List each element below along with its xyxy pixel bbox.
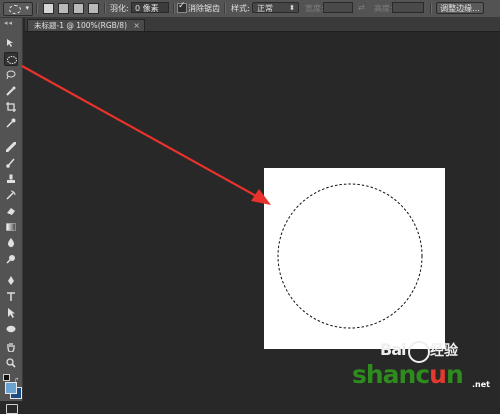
eraser-icon <box>7 208 15 215</box>
width-label: 宽度: <box>305 4 324 13</box>
style-select-value: 正常 <box>257 4 273 13</box>
dodge-icon <box>6 255 15 264</box>
elliptical-marquee-icon <box>9 5 21 14</box>
history-brush-icon <box>6 190 16 200</box>
brush-tool-button[interactable] <box>4 156 18 170</box>
chevron-down-icon: ⬍ <box>289 4 295 12</box>
quick-selection-tool-button[interactable] <box>4 84 18 98</box>
divider <box>36 3 38 14</box>
lasso-icon <box>6 70 16 80</box>
move-tool-button[interactable] <box>4 36 18 50</box>
elliptical-marquee-tool-button[interactable] <box>4 52 18 66</box>
divider <box>104 3 106 14</box>
type-tool-button[interactable] <box>4 290 18 304</box>
spot-healing-icon <box>6 142 16 152</box>
history-brush-tool-button[interactable] <box>4 188 18 202</box>
divider <box>224 3 226 14</box>
eyedropper-icon <box>6 118 16 128</box>
tool-preset-picker[interactable]: ▾ <box>3 2 33 16</box>
watermark-shancun: shancun <box>352 360 464 389</box>
height-label: 高度: <box>374 4 393 13</box>
clone-stamp-icon <box>7 174 15 183</box>
gradient-icon <box>6 223 16 231</box>
hand-icon <box>7 343 15 352</box>
pen-icon <box>8 276 14 285</box>
add-to-selection-button[interactable] <box>58 3 69 14</box>
gradient-tool-button[interactable] <box>4 220 18 234</box>
quick-mask-icon[interactable] <box>6 404 18 414</box>
clone-stamp-tool-button[interactable] <box>4 172 18 186</box>
options-bar: ▾ 羽化: 0 像素 消除锯齿 样式: 正常 ⬍ 宽度: ⇄ 高度: 调整边缘.… <box>0 0 500 18</box>
swap-width-height-icon[interactable]: ⇄ <box>358 3 365 12</box>
quick-selection-icon <box>6 86 16 96</box>
new-selection-button[interactable] <box>43 3 54 14</box>
tools-panel: ◂◂ ↱ <box>0 18 23 414</box>
feather-input[interactable]: 0 像素 <box>131 2 169 13</box>
path-selection-tool-button[interactable] <box>4 306 18 320</box>
subtract-from-selection-button[interactable] <box>73 3 84 14</box>
close-icon[interactable]: × <box>133 20 140 32</box>
chevron-down-icon: ▾ <box>25 4 29 12</box>
brush-icon <box>6 158 15 168</box>
lasso-tool-button[interactable] <box>4 68 18 82</box>
ellipse-shape-tool-button[interactable] <box>4 322 18 336</box>
type-icon <box>7 292 15 301</box>
hand-tool-button[interactable] <box>4 340 18 354</box>
ellipse-shape-icon <box>6 325 16 333</box>
move-icon <box>7 39 13 47</box>
dodge-tool-button[interactable] <box>4 252 18 266</box>
blur-tool-button[interactable] <box>4 236 18 250</box>
divider <box>173 3 175 14</box>
width-input[interactable] <box>323 2 353 13</box>
zoom-tool-button[interactable] <box>4 356 18 370</box>
document-tab-bar: 未标题-1 @ 100%(RGB/8) × <box>25 18 500 32</box>
watermark: Bai 经验 shancun .net <box>352 336 500 401</box>
canvas-document[interactable] <box>264 168 445 349</box>
pen-tool-button[interactable] <box>4 274 18 288</box>
intersect-selection-button[interactable] <box>88 3 99 14</box>
document-tab[interactable]: 未标题-1 @ 100%(RGB/8) × <box>27 19 145 31</box>
panel-grip-icon[interactable]: ◂◂ <box>4 19 13 27</box>
eraser-tool-button[interactable] <box>4 204 18 218</box>
feather-label: 羽化: <box>110 4 129 13</box>
antialias-label: 消除锯齿 <box>188 4 220 13</box>
path-selection-icon <box>8 308 15 318</box>
elliptical-marquee-icon <box>7 56 17 64</box>
refine-edge-button[interactable]: 调整边缘... <box>436 2 484 14</box>
eyedropper-tool-button[interactable] <box>4 116 18 130</box>
elliptical-selection <box>277 183 423 329</box>
foreground-color-swatch[interactable] <box>5 382 17 394</box>
watermark-net: .net <box>472 380 490 389</box>
watermark-baidu: Bai <box>380 340 407 359</box>
divider <box>430 3 432 14</box>
antialias-checkbox[interactable] <box>177 1 187 13</box>
crop-tool-button[interactable] <box>4 100 18 114</box>
watermark-jingyan: 经验 <box>430 343 458 359</box>
document-title: 未标题-1 @ 100%(RGB/8) <box>34 21 128 30</box>
height-input[interactable] <box>392 2 424 13</box>
default-colors-icon[interactable] <box>3 374 10 381</box>
spot-healing-tool-button[interactable] <box>4 140 18 154</box>
blur-icon <box>7 238 15 248</box>
style-label: 样式: <box>231 4 250 13</box>
style-select[interactable]: 正常 ⬍ <box>252 2 299 13</box>
zoom-icon <box>6 358 16 368</box>
crop-icon <box>6 102 16 112</box>
